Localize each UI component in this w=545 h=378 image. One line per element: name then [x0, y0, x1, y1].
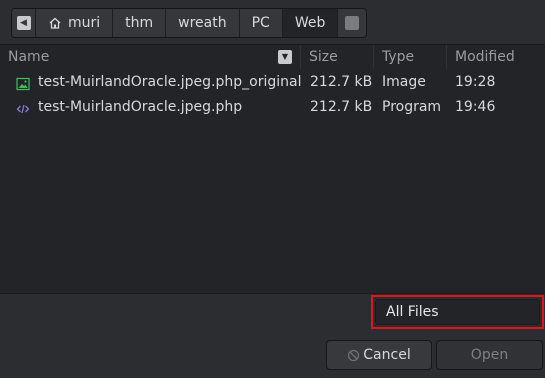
column-name-label: Name — [8, 49, 50, 65]
column-header-modified[interactable]: Modified — [447, 45, 545, 69]
sort-descending-icon: ▼ — [278, 50, 292, 64]
crumb-pc[interactable]: PC — [239, 9, 283, 37]
file-modified: 19:28 — [455, 74, 496, 90]
left-arrow-icon: ◀ — [16, 16, 31, 30]
cancel-icon — [347, 349, 360, 362]
file-type: Image — [382, 74, 426, 90]
open-button[interactable]: Open — [436, 340, 543, 370]
file-type-filter-highlight: All Files — [371, 295, 544, 329]
right-arrow-icon — [345, 16, 360, 30]
crumb-wreath[interactable]: wreath — [166, 9, 240, 37]
code-file-icon — [16, 100, 30, 114]
path-back-button[interactable]: ◀ — [12, 9, 36, 37]
crumb-thm[interactable]: thm — [113, 9, 167, 37]
file-list: Name ▼ Size Type Modified test-MuirlandO… — [0, 44, 545, 294]
home-icon — [48, 16, 62, 30]
file-modified: 19:46 — [455, 99, 496, 115]
file-row[interactable]: test-MuirlandOracle.jpeg.php_original 21… — [0, 70, 545, 94]
cancel-button-label: Cancel — [363, 347, 411, 363]
column-modified-label: Modified — [455, 49, 515, 65]
crumb-label: wreath — [178, 15, 227, 31]
file-chooser-dialog: ◀ muri thm wreath PC Web Name ▼ Size Typ… — [0, 0, 545, 378]
file-type-filter-value: All Files — [386, 304, 439, 320]
column-type-label: Type — [382, 49, 415, 65]
cancel-button[interactable]: Cancel — [326, 340, 432, 370]
crumb-label: Web — [294, 15, 326, 31]
column-header-name[interactable]: Name ▼ — [0, 45, 301, 69]
file-type: Program — [382, 99, 442, 115]
column-header-size[interactable]: Size — [301, 45, 374, 69]
file-name: test-MuirlandOracle.jpeg.php — [38, 99, 243, 115]
crumb-label: muri — [68, 15, 101, 31]
file-row[interactable]: test-MuirlandOracle.jpeg.php 212.7 kB Pr… — [0, 95, 545, 119]
crumb-label: thm — [125, 15, 154, 31]
column-size-label: Size — [309, 49, 338, 65]
file-name: test-MuirlandOracle.jpeg.php_original — [38, 74, 302, 90]
file-type-filter[interactable]: All Files — [375, 299, 540, 325]
file-size: 212.7 kB — [310, 74, 373, 90]
crumb-web[interactable]: Web — [282, 9, 339, 37]
open-button-label: Open — [470, 347, 509, 363]
crumb-muri[interactable]: muri — [36, 9, 114, 37]
crumb-label: PC — [251, 15, 270, 31]
image-file-icon — [16, 75, 30, 91]
column-header-type[interactable]: Type — [374, 45, 447, 69]
path-forward-button[interactable] — [338, 9, 367, 37]
column-header-row: Name ▼ Size Type Modified — [0, 45, 545, 69]
file-size: 212.7 kB — [310, 99, 373, 115]
path-bar: ◀ muri thm wreath PC Web — [11, 8, 368, 38]
